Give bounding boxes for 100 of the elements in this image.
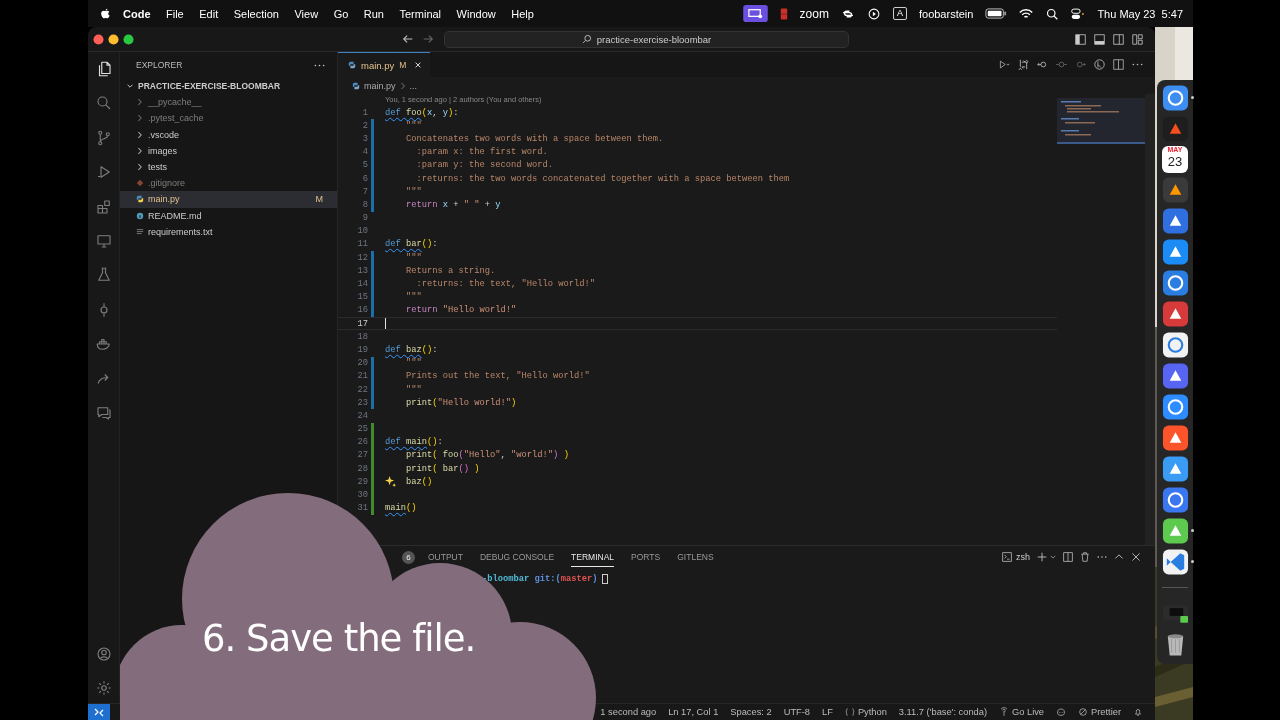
trash-icon[interactable] — [1080, 552, 1090, 562]
back-arrow-icon[interactable] — [402, 33, 414, 45]
split-layout-icon[interactable] — [1113, 33, 1124, 45]
app-icon[interactable] — [1161, 269, 1189, 297]
sparkle-icon[interactable] — [385, 476, 396, 488]
status-item[interactable]: UTF-8 — [783, 707, 811, 717]
zoom-window-button[interactable] — [123, 33, 134, 45]
apple-icon[interactable] — [100, 7, 111, 20]
panel-tab[interactable]: DEBUG CONSOLE — [479, 547, 555, 567]
bell-icon[interactable] — [1133, 707, 1143, 717]
close-icon[interactable] — [414, 61, 423, 69]
panel-tab[interactable]: GITLENS — [677, 547, 714, 567]
menu-item[interactable]: Edit — [199, 7, 219, 20]
app-icon[interactable] — [1161, 455, 1189, 483]
run-icon[interactable] — [999, 59, 1010, 70]
close-icon[interactable] — [1131, 552, 1141, 562]
terminal-name[interactable]: zsh — [1016, 552, 1030, 562]
more-icon[interactable] — [314, 63, 325, 67]
status-item[interactable]: Spaces: 2 — [730, 707, 772, 717]
caret-icon[interactable] — [1050, 554, 1056, 560]
status-item[interactable]: Python — [844, 707, 887, 717]
status-item[interactable]: Prettier — [1078, 707, 1121, 717]
panel-layout-icon[interactable] — [1094, 33, 1105, 45]
menu-item[interactable]: Go — [333, 7, 349, 20]
menu-item[interactable]: Run — [363, 7, 384, 20]
app-icon[interactable] — [1161, 207, 1189, 235]
tree-item[interactable]: requirements.txt — [120, 223, 337, 240]
app-icon[interactable] — [1161, 424, 1189, 452]
tree-item[interactable]: __pycache__ — [120, 94, 337, 111]
settings-icon[interactable] — [94, 679, 113, 697]
tree-item[interactable]: README.md — [120, 207, 337, 224]
sidebar-title: EXPLORER — [136, 60, 183, 70]
folder-header[interactable]: PRACTICE-EXERCISE-BLOOMBAR — [120, 78, 337, 95]
record-icon[interactable] — [779, 6, 788, 21]
app-icon[interactable] — [1161, 176, 1189, 204]
tree-item[interactable]: tests — [120, 158, 337, 176]
app-icon[interactable] — [1161, 362, 1189, 390]
app-icon[interactable] — [1161, 548, 1189, 576]
customize-layout-icon[interactable] — [1132, 33, 1143, 45]
app-icon[interactable] — [1161, 84, 1189, 112]
toggles-icon[interactable] — [1071, 7, 1086, 20]
split-editor-icon[interactable] — [1113, 59, 1124, 70]
wifi-icon[interactable] — [1019, 7, 1034, 20]
breadcrumb-item[interactable]: ... — [409, 80, 418, 91]
zoom-status[interactable]: zoom — [799, 6, 829, 21]
breadcrumb-item[interactable]: main.py — [364, 80, 396, 91]
screen-share-icon[interactable] — [742, 5, 768, 22]
code-line: Prints out the text, "Hello world!" — [405, 371, 590, 382]
input-source[interactable]: A — [892, 7, 907, 20]
scrollbar[interactable] — [1145, 94, 1155, 545]
line-number: 22 — [356, 384, 368, 395]
app-icon[interactable] — [1161, 331, 1189, 359]
app-icon[interactable] — [1161, 517, 1189, 545]
status-item[interactable]: Go Live — [999, 707, 1045, 717]
previous-change-icon[interactable] — [1037, 59, 1048, 70]
line-number: 5 — [361, 160, 368, 171]
menu-item[interactable]: File — [166, 7, 184, 20]
search-icon[interactable] — [1045, 7, 1060, 20]
status-item[interactable]: LF — [822, 707, 833, 717]
minimize-window-button[interactable] — [108, 33, 119, 45]
compare-icon[interactable] — [1018, 59, 1029, 70]
plus-icon[interactable] — [1037, 552, 1047, 562]
tree-item[interactable]: .pytest_cache — [120, 110, 337, 127]
tree-item[interactable]: .gitignore — [120, 175, 337, 192]
menu-item[interactable]: View — [294, 7, 319, 20]
close-window-button[interactable] — [93, 33, 104, 45]
clock[interactable]: Thu May 23 5:47 — [1097, 7, 1183, 20]
tree-item[interactable]: main.py M — [120, 191, 337, 208]
account-icon[interactable] — [94, 645, 113, 663]
app-icon[interactable] — [1161, 300, 1189, 328]
play-circle-icon[interactable] — [866, 7, 881, 20]
commit-icon[interactable] — [1056, 59, 1067, 70]
user-name[interactable]: foobarstein — [918, 7, 974, 20]
menu-item[interactable]: Selection — [233, 7, 279, 20]
status-item[interactable]: 1 second ago — [600, 707, 657, 717]
next-change-icon[interactable] — [1075, 59, 1086, 70]
app-icon[interactable] — [1161, 393, 1189, 421]
status-item[interactable]: 3.11.7 ('base': conda) — [898, 707, 987, 717]
panel-tab[interactable]: TERMINAL — [571, 547, 615, 567]
tree-item[interactable]: .vscode — [120, 126, 337, 143]
blocks-icon[interactable] — [94, 197, 113, 216]
minimap-drawing[interactable] — [1057, 98, 1145, 144]
forward-arrow-icon[interactable] — [422, 33, 434, 45]
menu-item[interactable]: Terminal — [399, 7, 442, 20]
line-number: 26 — [356, 437, 368, 448]
sidebar-layout-icon[interactable] — [1075, 33, 1086, 45]
menu-item[interactable]: Code — [123, 7, 151, 20]
menu-item[interactable]: Help — [511, 7, 534, 20]
app-icon[interactable] — [1161, 486, 1189, 514]
panel-tab[interactable]: PORTS — [631, 547, 661, 567]
tree-item[interactable]: images — [120, 142, 337, 159]
menu-item[interactable]: Window — [456, 7, 496, 20]
split-terminal-icon[interactable] — [1063, 552, 1073, 562]
editor-tab[interactable]: main.py M — [338, 52, 431, 77]
battery-icon[interactable] — [985, 8, 1008, 19]
status-item[interactable]: Ln 17, Col 1 — [668, 707, 719, 717]
command-center[interactable]: practice-exercise-bloombar — [444, 30, 849, 48]
app-icon[interactable] — [1161, 238, 1189, 266]
remote-button[interactable] — [88, 703, 110, 720]
panel-tab[interactable]: OUTPUT — [428, 547, 463, 567]
